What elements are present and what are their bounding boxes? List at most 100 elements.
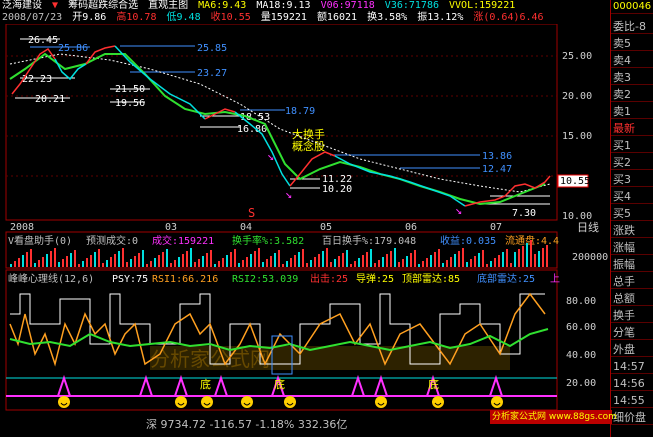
side-panel-item[interactable]: 14:57	[611, 360, 653, 374]
timeframe-label[interactable]: 日线	[577, 220, 599, 234]
volume-bar	[518, 249, 520, 267]
vol-turnover: 换手率%:3.582	[232, 234, 304, 247]
volume-bar	[350, 264, 352, 267]
dropdown-icon[interactable]: ▼	[52, 0, 58, 11]
volume-bar	[418, 264, 420, 267]
volume-bar	[118, 251, 120, 267]
volume-bar	[466, 262, 468, 267]
side-panel-item[interactable]: 委比-8	[611, 20, 653, 34]
smiley-icon	[375, 396, 387, 408]
volume-bar	[158, 255, 160, 267]
volume-bar	[110, 257, 112, 267]
x-tick-05: 05	[320, 222, 332, 233]
close-value: 收10.55	[210, 12, 251, 23]
volume-bar	[362, 255, 364, 267]
x-tick-06: 06	[405, 222, 417, 233]
side-panel-item[interactable]: 涨跌	[611, 224, 653, 238]
side-panel-item[interactable]: 买4	[611, 190, 653, 204]
volume-bar	[358, 258, 360, 267]
annot-big-turnover: 大换手	[292, 127, 325, 141]
side-panel-item[interactable]: 买1	[611, 139, 653, 153]
psych-tick-20: 20.00	[566, 378, 596, 389]
volume-bar	[182, 254, 184, 267]
side-panel-item[interactable]: 买2	[611, 156, 653, 170]
psych-extra: 上	[550, 273, 560, 285]
view-mode[interactable]: 直观主图	[148, 0, 188, 11]
main-chart-frame	[5, 24, 558, 221]
volume-bar	[122, 248, 124, 267]
side-panel-item[interactable]: 分笔	[611, 326, 653, 340]
volume-bar	[262, 262, 264, 267]
index-ticker[interactable]: 深 9734.72 -116.57 -1.18% 332.36亿	[146, 416, 347, 432]
side-panel-item[interactable]: 总额	[611, 292, 653, 306]
volume-bar	[94, 252, 96, 267]
side-panel-item[interactable]: 买3	[611, 173, 653, 187]
v36-value: V36:71786	[384, 0, 439, 11]
volume-bar	[206, 253, 208, 267]
volume-bar	[42, 257, 44, 267]
volume-bar	[458, 251, 460, 267]
side-panel-item[interactable]: 换手	[611, 309, 653, 323]
volume-bar	[482, 250, 484, 267]
volume-bar	[290, 258, 292, 267]
brand-banner[interactable]: 分析家公式网 www.88gs.com	[490, 410, 617, 424]
side-panel-item[interactable]: 最新	[611, 122, 653, 136]
annot-7-30: 7.30	[512, 208, 536, 219]
side-panel-item[interactable]: 涨幅	[611, 241, 653, 255]
side-panel-item[interactable]: 14:55	[611, 394, 653, 408]
volume-bar	[26, 252, 28, 267]
side-panel-item[interactable]: 卖2	[611, 88, 653, 102]
volume-bar	[450, 257, 452, 267]
volume-bar	[74, 250, 76, 267]
volume-bar	[530, 240, 532, 267]
volume-bar	[522, 246, 524, 267]
volume-bar	[382, 257, 384, 267]
side-panel-item[interactable]: 总手	[611, 275, 653, 289]
quote-side-panel: 000046 委比-8 卖5 卖4 卖3 卖2 卖1 最新买1 买2 买3 买4 买5 涨跌涨幅振幅总…	[610, 0, 653, 437]
x-tick-04: 04	[240, 222, 252, 233]
signal-arrows: ↘ ↘ ↘	[267, 149, 462, 217]
side-panel-item[interactable]: 卖1	[611, 105, 653, 119]
volume-bar	[302, 249, 304, 267]
y-tick-25: 25.00	[562, 51, 592, 62]
volume-bar	[218, 261, 220, 267]
side-panel-item[interactable]: 卖5	[611, 37, 653, 51]
volume-bar	[86, 258, 88, 267]
amplitude-value: 振13.12%	[417, 12, 464, 23]
stock-name[interactable]: 泛海建设	[2, 0, 42, 11]
volume-bar	[478, 253, 480, 267]
volume-bar	[166, 249, 168, 267]
stock-code[interactable]: 000046	[611, 0, 653, 14]
volume-bar	[214, 264, 216, 267]
side-panel-item[interactable]: 卖4	[611, 54, 653, 68]
volume-bar	[330, 262, 332, 267]
side-panel-item[interactable]: 卖3	[611, 71, 653, 85]
volume-bar	[374, 263, 376, 267]
high-value: 高10.78	[116, 12, 157, 23]
annot-10-20: 10.20	[322, 184, 352, 195]
side-panel-item[interactable]: 外盘	[611, 343, 653, 357]
side-panel-item[interactable]: 细价盘	[611, 411, 653, 425]
side-panel-item[interactable]: 买5	[611, 207, 653, 221]
volume-bar	[222, 258, 224, 267]
volume-bar	[242, 260, 244, 267]
volume-bar	[90, 255, 92, 267]
annot-19-56: 19.56	[115, 98, 145, 109]
volume-bar	[210, 250, 212, 267]
volume-bar	[318, 254, 320, 267]
volume-bar	[442, 263, 444, 267]
volume-bar	[298, 252, 300, 267]
volume-bar	[538, 251, 540, 267]
psych-out: 出击:25	[310, 272, 348, 285]
volume-bar	[474, 256, 476, 267]
volume-bar	[54, 248, 56, 267]
indicator-name[interactable]: 筹码超跌综合选	[68, 0, 138, 11]
chart-canvas[interactable]: 25.00 20.00 15.00 10.00 26.45 25.86 25.8…	[0, 24, 610, 414]
volume-bar	[226, 255, 228, 267]
low-value: 低9.48	[166, 12, 201, 23]
side-panel-item[interactable]: 振幅	[611, 258, 653, 272]
annot-21-50: 21.50	[115, 84, 145, 95]
smiley-icon	[241, 396, 253, 408]
psych-top-radar: 顶部雷达:85	[402, 272, 460, 285]
side-panel-item[interactable]: 14:56	[611, 377, 653, 391]
